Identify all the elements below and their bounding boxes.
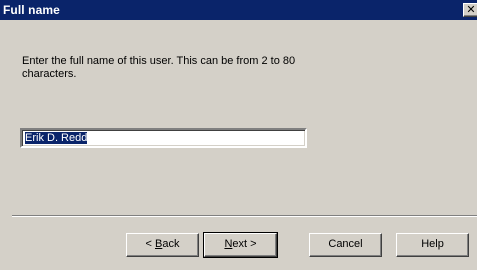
back-button[interactable]: < Back <box>126 233 199 257</box>
window-title: Full name <box>3 3 60 17</box>
next-label-rest: ext > <box>232 238 257 250</box>
cancel-button[interactable]: Cancel <box>309 233 382 257</box>
title-bar: Full name ✕ <box>0 0 477 20</box>
help-button[interactable]: Help <box>396 233 469 257</box>
instruction-text: Enter the full name of this user. This c… <box>22 55 296 80</box>
cancel-label: Cancel <box>328 238 363 250</box>
full-name-value: Erik D. Redd <box>25 132 88 144</box>
wizard-dialog: Full name ✕ Enter the full name of this … <box>0 0 477 270</box>
next-button[interactable]: Next > <box>203 232 278 258</box>
close-icon: ✕ <box>466 4 476 16</box>
back-label-rest: ack <box>162 238 180 250</box>
help-label: Help <box>421 238 444 250</box>
close-button[interactable]: ✕ <box>463 3 477 17</box>
button-separator <box>12 215 477 217</box>
back-prefix: < <box>145 238 155 250</box>
full-name-input[interactable]: Erik D. Redd <box>20 128 307 148</box>
